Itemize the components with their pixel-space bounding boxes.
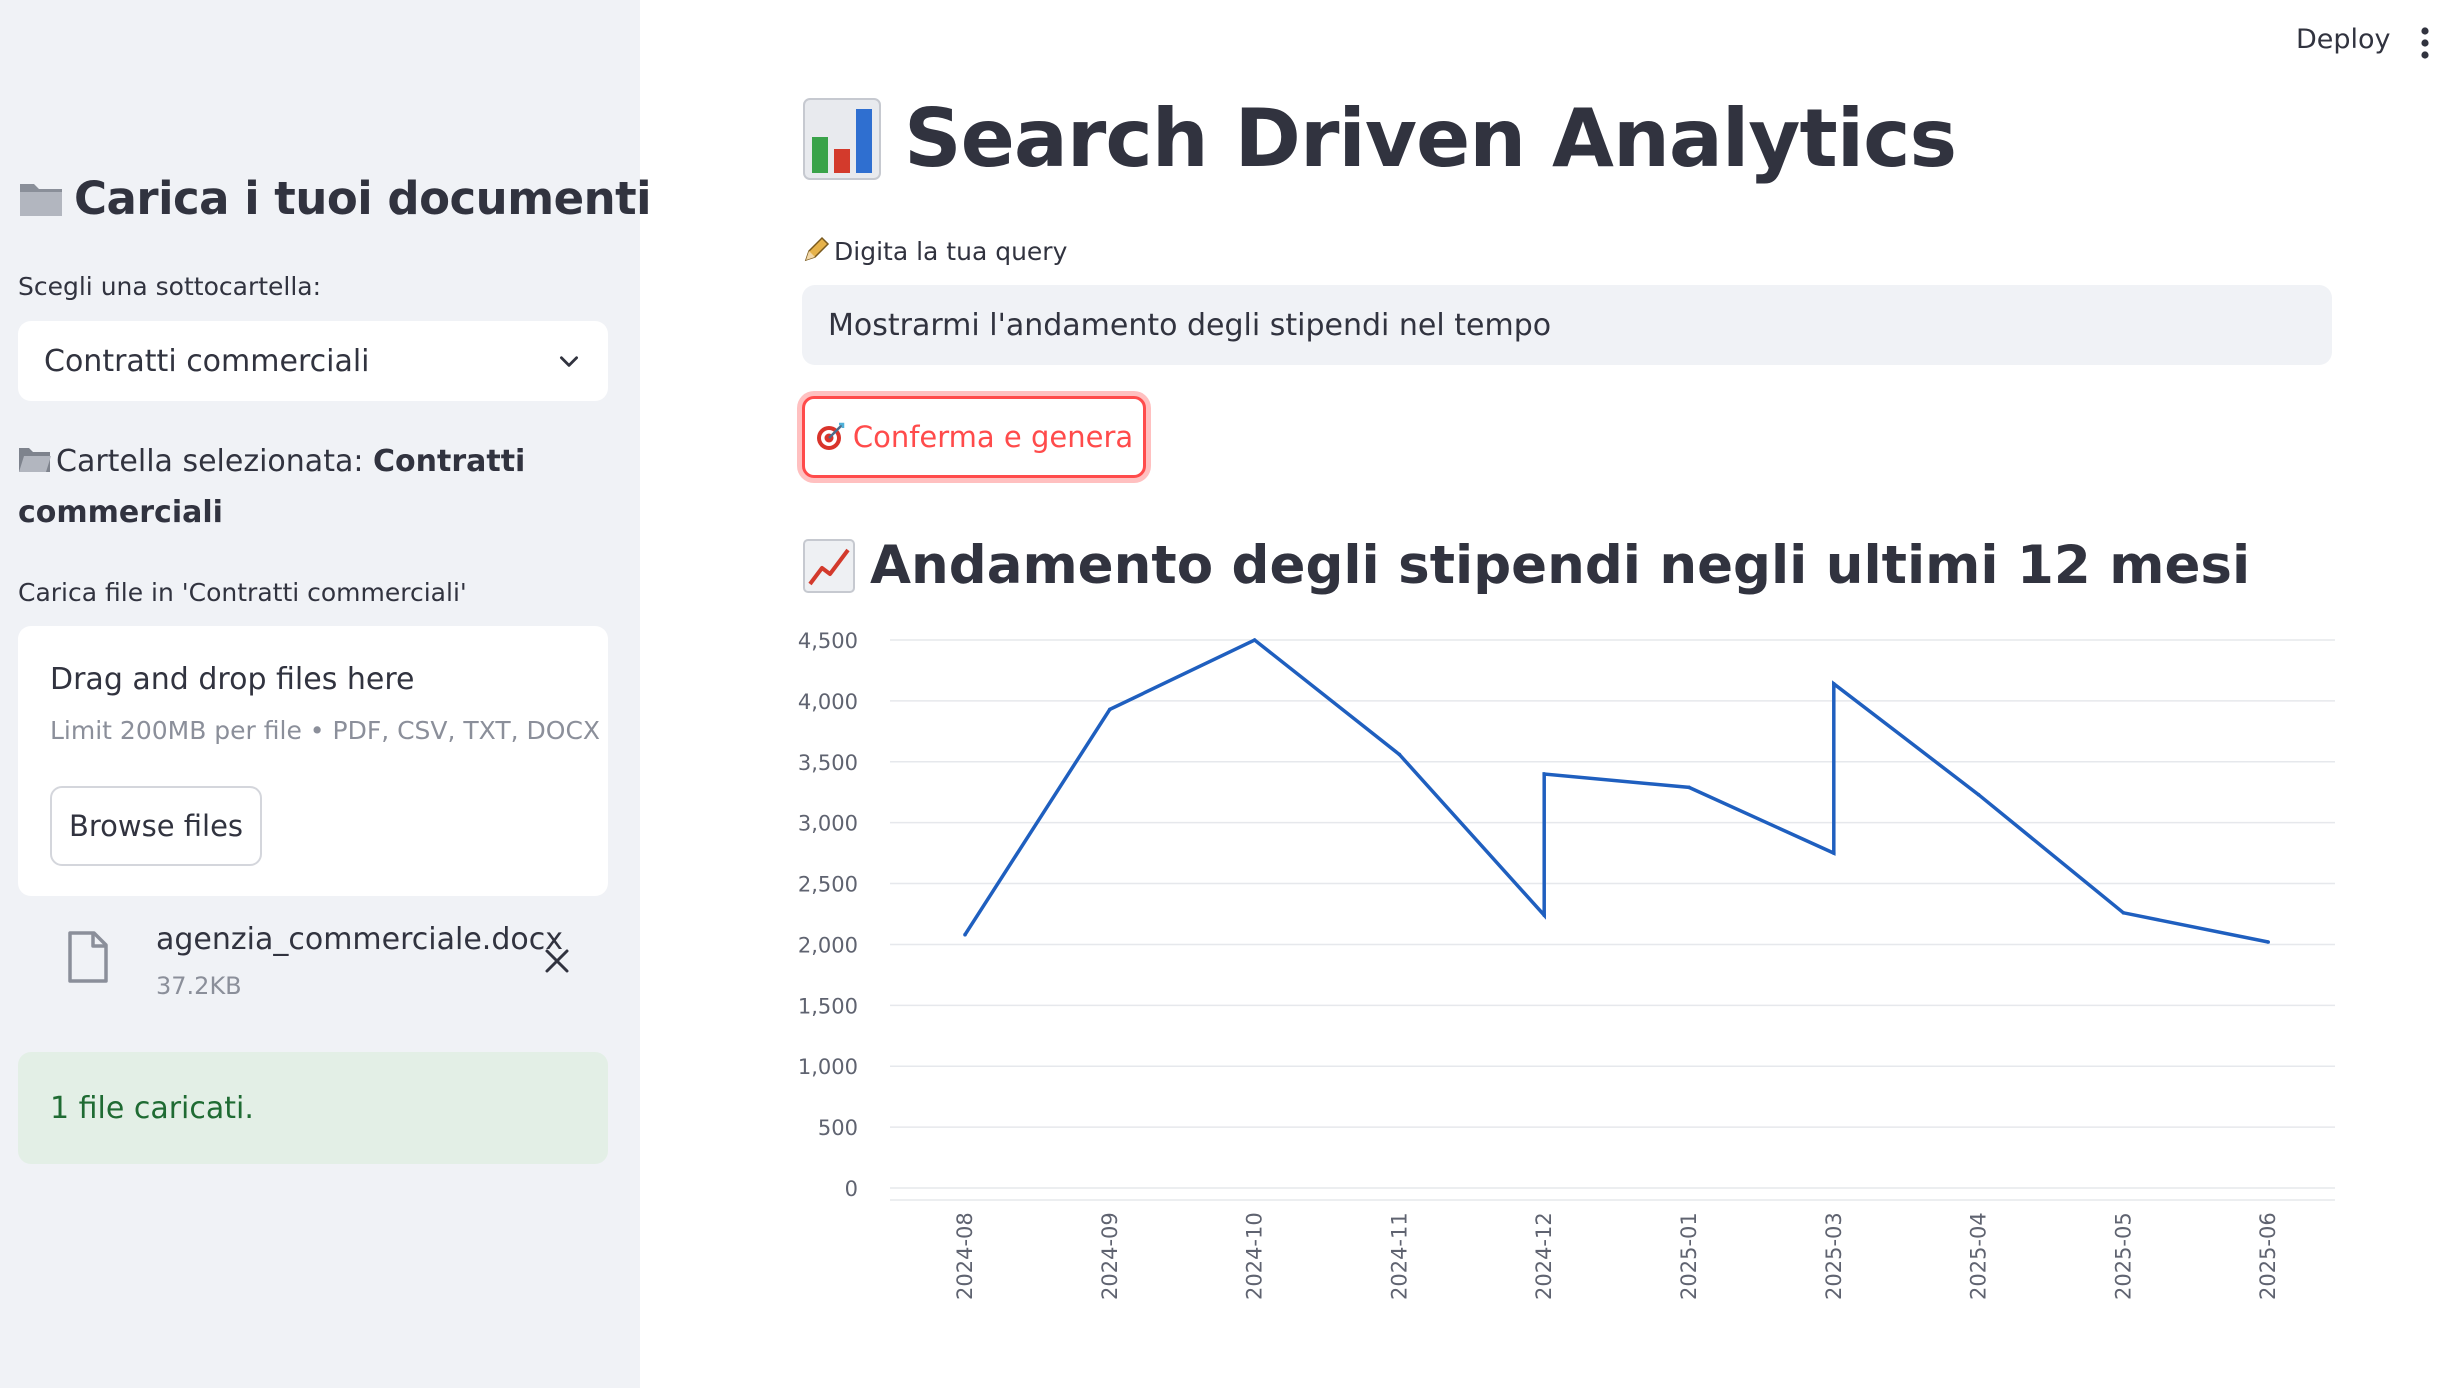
x-tick-label: 2024-11 xyxy=(1387,1212,1411,1300)
subfolder-select[interactable]: Contratti commerciali xyxy=(18,321,608,401)
y-tick-label: 1,000 xyxy=(798,1055,858,1079)
x-tick-label: 2024-10 xyxy=(1243,1212,1267,1300)
data-point xyxy=(2266,940,2270,944)
target-icon xyxy=(816,422,845,450)
file-dropzone[interactable]: Drag and drop files here Limit 200MB per… xyxy=(18,626,608,896)
sidebar: Carica i tuoi documenti Scegli una sotto… xyxy=(0,0,652,1388)
data-point xyxy=(2121,910,2126,915)
selected-folder-prefix: Cartella selezionata: xyxy=(56,444,364,479)
open-folder-icon xyxy=(19,448,51,472)
data-point xyxy=(1832,682,1836,686)
x-tick-label: 2025-04 xyxy=(1967,1212,1991,1300)
page-title-text: Search Driven Analytics xyxy=(904,92,1957,185)
file-icon xyxy=(68,931,108,983)
confirm-generate-button[interactable]: Conferma e genera xyxy=(802,396,1146,478)
y-tick-label: 0 xyxy=(845,1177,858,1201)
upload-success-alert: 1 file caricati. xyxy=(18,1052,608,1164)
data-point xyxy=(1832,851,1836,855)
folder-icon xyxy=(20,184,62,216)
x-tick-label: 2025-05 xyxy=(2111,1212,2135,1300)
sidebar-title: Carica i tuoi documenti xyxy=(18,172,652,225)
upload-label: Carica file in 'Contratti commerciali' xyxy=(18,578,467,607)
sidebar-title-text: Carica i tuoi documenti xyxy=(74,172,652,225)
selected-folder-info: Cartella selezionata: Contratti commerci… xyxy=(18,436,578,538)
subfolder-select-value: Contratti commerciali xyxy=(44,343,370,379)
data-point xyxy=(1687,785,1691,790)
dropzone-limit: Limit 200MB per file • PDF, CSV, TXT, DO… xyxy=(50,716,601,745)
y-tick-label: 2,500 xyxy=(798,873,858,897)
data-point xyxy=(1397,752,1402,757)
y-tick-label: 4,000 xyxy=(798,690,858,714)
query-label: Digita la tua query xyxy=(802,236,1067,266)
bar-chart-icon xyxy=(803,97,881,180)
uploaded-file-name: agenzia_commerciale.docx xyxy=(156,922,563,957)
close-icon[interactable] xyxy=(542,946,572,976)
salary-line-chart: 0 500 1,000 1,500 2,000 2,500 3,000 3,500 4,000 4… xyxy=(798,629,2335,1300)
salary-series-line xyxy=(963,637,2269,944)
x-tick-label: 2025-06 xyxy=(2256,1212,2280,1300)
data-point xyxy=(1252,638,1257,642)
chart-title-text: Andamento degli stipendi negli ultimi 12… xyxy=(870,535,2251,596)
dropzone-title: Drag and drop files here xyxy=(50,662,415,697)
trending-up-icon xyxy=(803,538,855,593)
confirm-generate-label: Conferma e genera xyxy=(852,420,1134,454)
x-tick-label: 2024-08 xyxy=(953,1212,977,1300)
y-tick-label: 2,000 xyxy=(798,933,858,957)
y-tick-label: 3,000 xyxy=(798,812,858,836)
page-title: Search Driven Analytics xyxy=(802,92,1957,185)
y-tick-label: 3,500 xyxy=(798,751,858,775)
query-input[interactable]: Mostrarmi l'andamento degli stipendi nel… xyxy=(802,285,2332,365)
subfolder-label: Scegli una sottocartella: xyxy=(18,272,322,301)
pencil-icon xyxy=(804,236,830,262)
y-tick-label: 500 xyxy=(818,1116,858,1140)
y-tick-label: 1,500 xyxy=(798,994,858,1018)
data-point xyxy=(1542,772,1546,776)
deploy-button[interactable]: Deploy xyxy=(2296,24,2391,55)
x-tick-label: 2024-09 xyxy=(1098,1212,1122,1300)
y-tick-label: 4,500 xyxy=(798,629,858,653)
data-point xyxy=(1542,913,1546,918)
data-point xyxy=(1108,707,1112,712)
query-label-text: Digita la tua query xyxy=(834,237,1068,266)
data-point xyxy=(1976,792,1981,797)
chart-title: Andamento degli stipendi negli ultimi 12… xyxy=(802,535,2250,596)
uploaded-file-size: 37.2KB xyxy=(156,972,242,1000)
data-point xyxy=(963,932,967,937)
uploaded-file-item: agenzia_commerciale.docx 37.2KB xyxy=(18,910,608,1010)
x-tick-label: 2025-03 xyxy=(1822,1212,1846,1300)
more-vert-icon[interactable] xyxy=(2418,26,2432,60)
x-tick-label: 2024-12 xyxy=(1532,1212,1556,1300)
chevron-down-icon xyxy=(560,356,578,367)
x-tick-label: 2025-01 xyxy=(1677,1212,1701,1300)
browse-files-button[interactable]: Browse files xyxy=(50,786,262,866)
